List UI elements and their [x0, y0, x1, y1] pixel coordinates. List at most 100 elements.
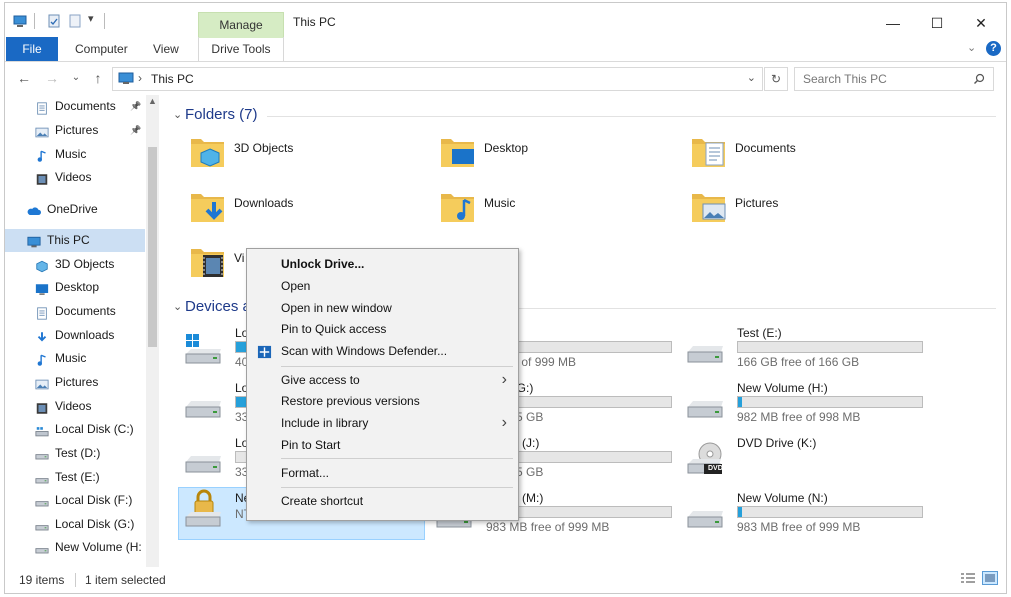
menu-item-unlock-drive[interactable]: Unlock Drive... — [248, 253, 517, 275]
sidebar-item-label: This PC — [47, 233, 90, 247]
nav-scrollbar[interactable]: ▲ — [146, 95, 159, 567]
properties-icon[interactable] — [47, 14, 61, 28]
drive-icon[interactable] — [184, 397, 224, 437]
dvd-badge-label: DVD — [708, 465, 723, 472]
drive-name[interactable]: New Volume (N:) — [737, 491, 828, 505]
sidebar-item-desktop[interactable]: Desktop — [5, 276, 145, 299]
customize-qat-icon[interactable]: ▾ — [88, 12, 94, 25]
refresh-button[interactable]: ↻ — [764, 67, 788, 91]
recent-locations-icon[interactable]: ⌄ — [67, 69, 85, 87]
videos-folder-icon[interactable] — [190, 245, 226, 279]
sidebar-item-test-e[interactable]: Test (E:) — [5, 466, 145, 489]
forward-button[interactable]: → — [43, 69, 61, 87]
sidebar-item-documents[interactable]: Documents — [5, 300, 145, 323]
dvd-drive-icon[interactable] — [686, 442, 726, 482]
folder-label[interactable]: Music — [484, 196, 515, 210]
sidebar-item-label: Videos — [55, 399, 92, 413]
tab-drive-tools[interactable]: Drive Tools — [198, 37, 284, 61]
qat-divider-2 — [104, 13, 105, 29]
desktop-folder-icon[interactable] — [440, 135, 476, 169]
search-box[interactable]: Search This PC — [794, 67, 994, 91]
tab-view[interactable]: View — [153, 37, 179, 61]
menu-item-create-shortcut[interactable]: Create shortcut — [248, 490, 517, 512]
sidebar-item-local-disk-g[interactable]: Local Disk (G:) — [5, 513, 145, 536]
menu-item-include-in-library[interactable]: Include in library › — [248, 412, 517, 434]
drive-icon[interactable] — [686, 507, 726, 547]
minimize-button[interactable]: — — [871, 11, 915, 35]
back-button[interactable]: ← — [15, 69, 33, 87]
menu-item-pin-to-quick-access[interactable]: Pin to Quick access — [248, 318, 517, 340]
manage-context-tab[interactable]: Manage — [198, 12, 284, 38]
maximize-button[interactable]: ☐ — [915, 11, 959, 35]
sidebar-item-label: Local Disk (C:) — [55, 422, 134, 436]
tab-computer[interactable]: Computer — [75, 37, 128, 61]
menu-item-open[interactable]: Open — [248, 275, 517, 297]
status-item-count: 19 items — [19, 573, 65, 587]
close-button[interactable]: ✕ — [959, 11, 1003, 35]
folder-label[interactable]: 3D Objects — [234, 141, 293, 155]
3d-objects-folder-icon[interactable] — [190, 135, 226, 169]
menu-item-format[interactable]: Format... — [248, 462, 517, 484]
sidebar-item-onedrive[interactable]: OneDrive — [5, 198, 145, 221]
videos-icon — [35, 400, 49, 414]
drive-name[interactable]: New Volume (H:) — [737, 381, 828, 395]
downloads-folder-icon[interactable] — [190, 190, 226, 224]
folder-label[interactable]: Pictures — [735, 196, 778, 210]
menu-item-restore-previous-versions[interactable]: Restore previous versions — [248, 390, 517, 412]
sidebar-item-documents[interactable]: Documents 📌 — [5, 95, 145, 118]
folder-label[interactable]: Downloads — [234, 196, 293, 210]
documents-folder-icon[interactable] — [691, 135, 727, 169]
sidebar-item-pictures[interactable]: Pictures 📌 — [5, 119, 145, 142]
expand-ribbon-icon[interactable]: ⌄ — [967, 41, 976, 54]
menu-item-scan-with-windows-defender[interactable]: Scan with Windows Defender... — [248, 340, 517, 362]
sidebar-item-label: Documents — [55, 304, 116, 318]
sidebar-item-3d-objects[interactable]: 3D Objects — [5, 253, 145, 276]
drive-icon[interactable] — [686, 342, 726, 382]
drive-name[interactable]: Test (E:) — [737, 326, 782, 340]
nav-scroll-thumb[interactable] — [148, 147, 157, 347]
sidebar-item-this-pc[interactable]: This PC — [5, 229, 145, 252]
locked-drive-icon[interactable] — [184, 489, 224, 529]
menu-item-label: Scan with Windows Defender... — [281, 344, 448, 358]
address-bar[interactable]: › This PC ⌄ — [112, 67, 763, 91]
new-folder-icon[interactable] — [68, 14, 82, 28]
address-dropdown-icon[interactable]: ⌄ — [747, 71, 756, 84]
drive-icon[interactable] — [686, 397, 726, 437]
sidebar-item-pictures[interactable]: Pictures — [5, 371, 145, 394]
sidebar-item-music[interactable]: Music — [5, 143, 145, 166]
sidebar-item-music[interactable]: Music — [5, 347, 145, 370]
menu-item-open-in-new-window[interactable]: Open in new window — [248, 297, 517, 319]
sidebar-item-label: Pictures — [55, 375, 99, 389]
details-view-icon[interactable] — [960, 572, 976, 586]
folders-collapse-icon[interactable]: ⌄ — [173, 108, 182, 121]
drive-name[interactable]: DVD Drive (K:) — [737, 436, 816, 450]
folders-group-header[interactable]: Folders (7) — [185, 106, 258, 123]
help-icon[interactable]: ? — [986, 41, 1001, 56]
windows-drive-icon[interactable] — [184, 332, 224, 372]
sidebar-item-videos[interactable]: Videos — [5, 166, 145, 189]
folder-label[interactable]: Desktop — [484, 141, 528, 155]
menu-item-give-access-to[interactable]: Give access to › — [248, 369, 517, 391]
sidebar-item-new-volume-h[interactable]: New Volume (H: — [5, 536, 145, 559]
folder-label[interactable]: Documents — [735, 141, 796, 155]
drive-icon[interactable] — [184, 452, 224, 492]
scroll-up-icon[interactable]: ▲ — [148, 96, 157, 106]
folders-group-line — [267, 116, 996, 117]
sidebar-item-local-disk-f[interactable]: Local Disk (F:) — [5, 489, 145, 512]
up-button[interactable]: ↑ — [89, 69, 107, 87]
tiles-view-icon[interactable] — [982, 571, 998, 585]
sidebar-item-local-disk-c[interactable]: Local Disk (C:) — [5, 418, 145, 441]
devices-collapse-icon[interactable]: ⌄ — [173, 300, 182, 313]
sidebar-item-label: Music — [55, 147, 87, 161]
sidebar-item-label: Local Disk (G:) — [55, 517, 135, 531]
file-tab[interactable]: File — [6, 37, 58, 61]
sidebar-item-downloads[interactable]: Downloads — [5, 324, 145, 347]
devices-group-header[interactable]: Devices a — [185, 298, 251, 315]
music-folder-icon[interactable] — [440, 190, 476, 224]
sidebar-item-label: 3D Objects — [55, 257, 115, 271]
sidebar-item-videos[interactable]: Videos — [5, 395, 145, 418]
sidebar-item-test-d[interactable]: Test (D:) — [5, 442, 145, 465]
pictures-folder-icon[interactable] — [691, 190, 727, 224]
folder-label[interactable]: Vi — [234, 251, 244, 265]
menu-item-pin-to-start[interactable]: Pin to Start — [248, 434, 517, 456]
